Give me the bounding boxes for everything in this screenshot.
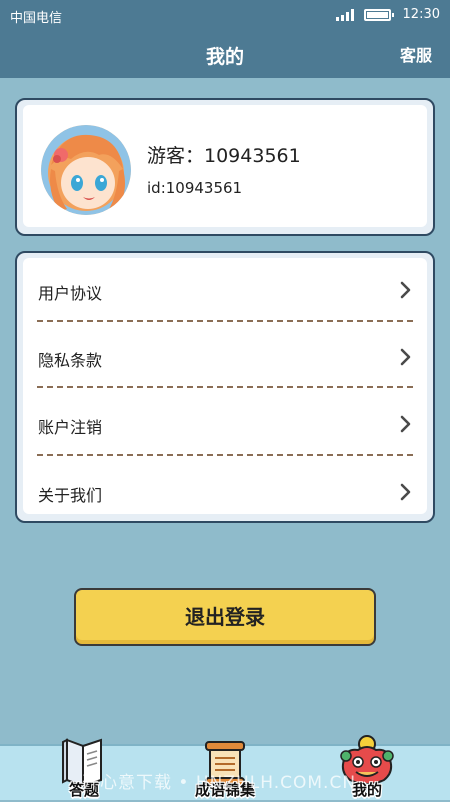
chevron-right-icon — [400, 281, 411, 299]
status-time: 12:30 — [402, 7, 440, 22]
menu-item-label: 账户注销 — [38, 418, 103, 437]
signal-icon — [336, 9, 358, 21]
divider — [37, 320, 413, 322]
logout-button[interactable]: 退出登录 — [74, 588, 376, 646]
status-bar: 中国电信 12:30 — [0, 0, 450, 30]
page-title: 我的 — [205, 46, 244, 68]
divider — [37, 386, 413, 388]
settings-menu-inner: 用户协议 隐私条款 账户注销 关于我们 — [23, 258, 427, 514]
menu-item-about-us[interactable]: 关于我们 — [23, 470, 427, 514]
bottom-tab-bar: 答题 成语锦集 我的 开心意下载 • HNZHLH.COM.CN — [0, 735, 450, 800]
chevron-right-icon — [400, 483, 411, 501]
settings-menu-card: 用户协议 隐私条款 账户注销 关于我们 — [15, 251, 435, 523]
title-bar: 我的 客服 — [0, 30, 450, 78]
chevron-right-icon — [400, 415, 411, 433]
menu-item-label: 关于我们 — [38, 486, 103, 505]
user-id: id:10943561 — [147, 179, 243, 197]
watermark: 开心意下载 • HNZHLH.COM.CN — [82, 773, 357, 793]
chevron-right-icon — [400, 348, 411, 366]
anime-girl-avatar-icon — [41, 125, 131, 215]
avatar — [41, 125, 131, 215]
menu-item-account-deletion[interactable]: 账户注销 — [23, 402, 427, 446]
customer-service-button[interactable]: 客服 — [400, 42, 432, 66]
battery-icon — [364, 9, 394, 21]
username: 游客：10943561 — [147, 145, 301, 167]
menu-item-privacy-policy[interactable]: 隐私条款 — [23, 335, 427, 379]
menu-item-label: 用户协议 — [38, 284, 103, 303]
carrier-name: 中国电信 — [10, 11, 63, 26]
profile-card: 游客：10943561 id:10943561 — [15, 98, 435, 236]
divider — [37, 454, 413, 456]
profile-card-inner: 游客：10943561 id:10943561 — [23, 105, 427, 227]
menu-item-label: 隐私条款 — [38, 351, 103, 370]
menu-item-user-agreement[interactable]: 用户协议 — [23, 268, 427, 312]
